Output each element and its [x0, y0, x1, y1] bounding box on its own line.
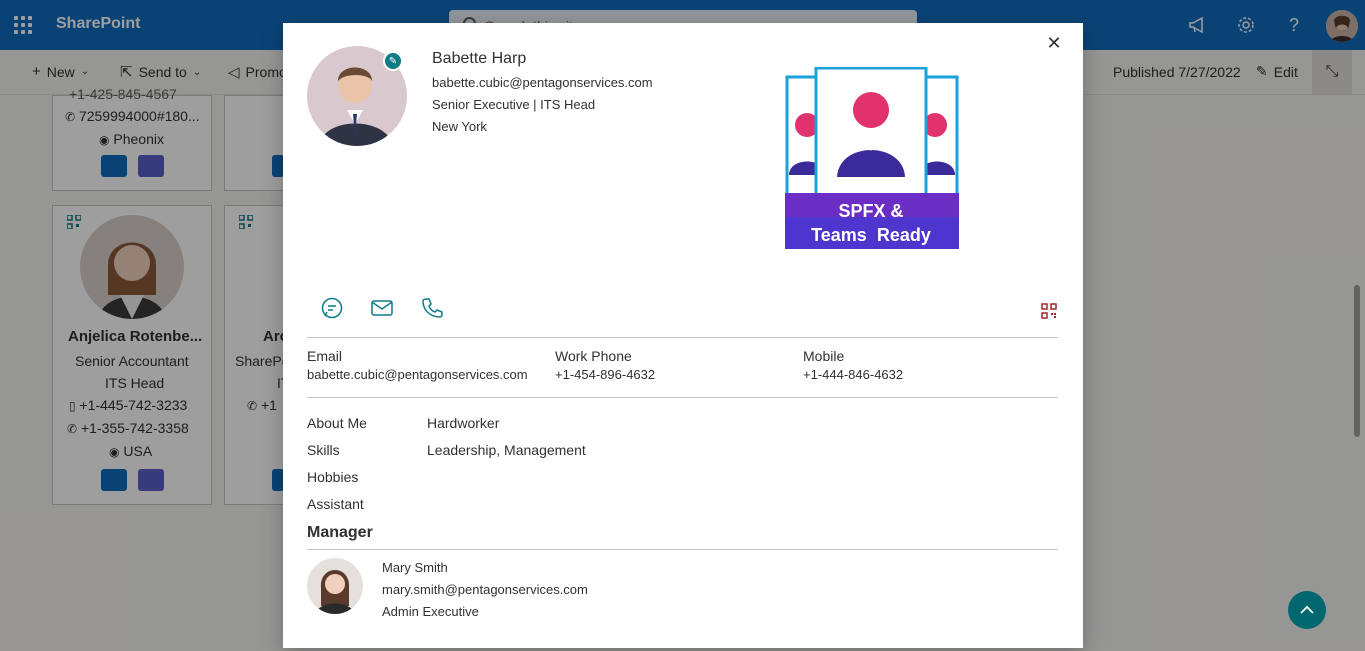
- manager-email[interactable]: mary.smith@pentagonservices.com: [382, 582, 588, 597]
- skills-label: Skills: [307, 442, 340, 458]
- work-phone-value[interactable]: +1-454-896-4632: [555, 367, 655, 382]
- about-me-value: Hardworker: [427, 415, 500, 431]
- manager-photo[interactable]: [307, 558, 363, 614]
- pencil-icon: ✎: [388, 55, 398, 67]
- mobile-value[interactable]: +1-444-846-4632: [803, 367, 903, 382]
- spfx-teams-ready-logo: SPFX & Teams Ready: [785, 67, 959, 249]
- email-label: Email: [307, 348, 343, 364]
- mobile-label: Mobile: [803, 348, 845, 364]
- profile-email: babette.cubic@pentagonservices.com: [432, 75, 653, 90]
- profile-dialog: ✕ ✎ Babette Harp babette.cubic@pentagons…: [283, 23, 1083, 648]
- qr-code-icon[interactable]: [1041, 303, 1057, 319]
- email-value[interactable]: babette.cubic@pentagonservices.com: [307, 367, 528, 382]
- chat-icon[interactable]: [320, 296, 344, 320]
- skills-value: Leadership, Management: [427, 442, 586, 458]
- phone-icon[interactable]: [420, 296, 444, 320]
- manager-name[interactable]: Mary Smith: [382, 560, 448, 575]
- chevron-up-icon: [1300, 605, 1314, 614]
- profile-title: Senior Executive | ITS Head: [432, 97, 596, 112]
- promo-line-2: Teams Ready: [811, 225, 931, 245]
- manager-title: Admin Executive: [382, 604, 479, 619]
- edit-photo-button[interactable]: ✎: [383, 51, 403, 71]
- work-phone-label: Work Phone: [555, 348, 632, 364]
- assistant-label: Assistant: [307, 496, 364, 512]
- close-icon[interactable]: ✕: [1044, 33, 1064, 53]
- scroll-to-top-button[interactable]: [1288, 591, 1326, 629]
- divider: [307, 549, 1058, 550]
- hobbies-label: Hobbies: [307, 469, 359, 485]
- about-me-label: About Me: [307, 415, 367, 431]
- profile-location: New York: [432, 119, 487, 134]
- mail-icon[interactable]: [370, 296, 394, 320]
- profile-name: Babette Harp: [432, 50, 527, 67]
- divider: [307, 397, 1058, 398]
- manager-heading: Manager: [307, 524, 373, 541]
- promo-line-1: SPFX &: [838, 201, 903, 221]
- divider: [307, 337, 1058, 338]
